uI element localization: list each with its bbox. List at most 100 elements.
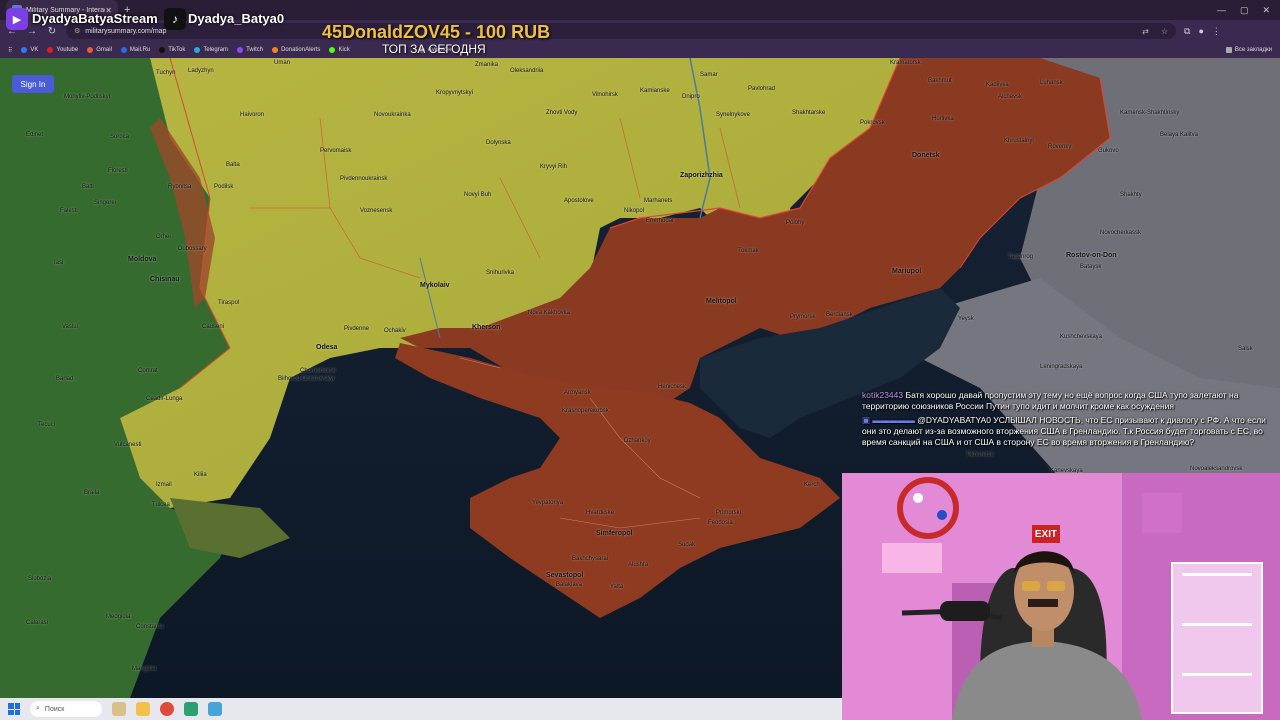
all-bookmarks-button[interactable]: Все закладки [1225, 47, 1272, 53]
extensions-icon[interactable]: ⧉ [1184, 26, 1190, 37]
city-label: Pivdenne [344, 326, 370, 332]
city-label: Kiliia [194, 472, 207, 478]
city-label: Ladyzhyn [188, 68, 214, 74]
city-label: Armyansk [564, 390, 591, 396]
city-label: Falesti [60, 208, 78, 214]
bookmark-mailru[interactable]: Mail.Ru [120, 47, 151, 53]
city-label: Shakhtarske [792, 110, 826, 116]
bookmark-star-icon[interactable]: ☆ [1161, 27, 1168, 36]
bookmark-twitch[interactable]: Twitch [237, 47, 263, 53]
bookmark-label: Все закладки [1234, 47, 1272, 53]
tiktok-handle: Dyadya_Batya0 [188, 11, 285, 26]
city-label: Pokrovsk [860, 120, 885, 126]
city-label: Belaya Kalitva [1160, 132, 1199, 138]
bookmark-label: VK [30, 47, 39, 53]
city-label: Kamensk-Shakhtinsky [1120, 110, 1180, 116]
city-label: Yevpatoriya [532, 500, 564, 506]
bookmark-vk[interactable]: VK [21, 47, 38, 53]
bookmark-tiktok[interactable]: TikTok [159, 47, 185, 53]
screen: Military Summary - Interactive ✕ + — ▢ ✕… [0, 0, 1280, 720]
bookmark-telegram[interactable]: Telegram [194, 47, 228, 53]
taskbar-search[interactable]: ⌕ Поиск [30, 701, 102, 717]
maximize-icon[interactable]: ▢ [1240, 5, 1249, 16]
folder-icon [1225, 47, 1232, 53]
webcam-feed: EXIT [842, 473, 1280, 720]
gmail-icon [87, 47, 94, 53]
city-label: Dnipro [682, 94, 700, 100]
city-label: Kramatorsk [890, 60, 921, 66]
city-label: Barlad [56, 376, 74, 382]
bookmark-youtube[interactable]: Youtube [47, 47, 78, 53]
city-label: Vilnohirsk [592, 92, 618, 98]
close-window-icon[interactable]: ✕ [1262, 5, 1270, 16]
url-text: militarysummary.com/map [85, 27, 167, 35]
widget-icon[interactable] [112, 702, 126, 716]
bookmark-kick[interactable]: Kick [329, 47, 350, 53]
city-label: Melitopol [706, 298, 737, 305]
city-label: Pavlohrad [748, 86, 776, 92]
file-explorer-icon[interactable] [136, 702, 150, 716]
city-label: Mangalia [132, 666, 157, 672]
donationalerts-icon [272, 47, 279, 53]
bookmark-label: Mail.Ru [129, 47, 151, 53]
bookmark-label: Youtube [56, 47, 79, 53]
city-label: Donetsk [912, 152, 940, 159]
mailru-icon [120, 47, 127, 53]
chat-username-icon: ▣ ▬▬▬▬▬ [862, 415, 915, 425]
url-actions: ⇄ ☆ [1142, 27, 1168, 36]
city-label: Nova Kakhovka [528, 310, 571, 316]
city-label: Moldova [128, 256, 157, 263]
site-info-icon[interactable]: ⚙ [74, 27, 80, 35]
city-label: Haivoron [240, 112, 265, 118]
sign-in-button[interactable]: Sign In [12, 75, 54, 93]
chat-message: ▣ ▬▬▬▬▬ @DYADYABATYA0 УСЛЫШАЛ НОВОСТЬ, ч… [862, 415, 1274, 448]
city-label: Orhei [156, 234, 171, 240]
app-icon[interactable] [184, 702, 198, 716]
city-label: Kushchevskaya [1060, 334, 1103, 340]
city-label: Bakhchysarai [572, 556, 609, 562]
city-label: Prymorsk [790, 314, 816, 320]
profile-icon[interactable]: ● [1198, 26, 1203, 36]
translate-icon[interactable]: ⇄ [1142, 27, 1149, 36]
city-label: Vulcanesti [114, 442, 142, 448]
city-label: Causeni [202, 324, 225, 330]
city-label: Pervomaisk [320, 148, 352, 154]
city-label: Alchevsk [998, 94, 1023, 100]
city-label: Sevastopol [546, 572, 584, 579]
vk-icon [21, 47, 28, 53]
youtube-icon [47, 47, 54, 53]
city-label: Comrat [138, 368, 158, 374]
city-label: Khrustalnyi [1004, 138, 1034, 144]
city-label: Rybnitsa [168, 184, 192, 190]
chat-overlay: kotik23443 Батя хорошо давай пропустим э… [862, 390, 1274, 451]
app-icon[interactable] [208, 702, 222, 716]
city-label: Tikhoretsk [966, 452, 994, 458]
city-label: Voznesensk [360, 208, 393, 214]
chrome-icon[interactable] [160, 702, 174, 716]
minimize-icon[interactable]: — [1217, 5, 1226, 16]
city-label: Uman [274, 60, 291, 66]
tiktok-icon [159, 47, 166, 53]
reload-icon[interactable]: ↻ [46, 26, 58, 37]
city-label: Kherson [472, 324, 501, 331]
bookmark-label: Twitch [246, 47, 264, 53]
city-label: Balta [226, 162, 240, 168]
city-label: Rostov-on-Don [1066, 252, 1117, 259]
city-label: Rovenky [1048, 144, 1072, 150]
city-label: Floresti [108, 168, 128, 174]
bookmark-label: Telegram [203, 47, 229, 53]
bookmark-donationalerts[interactable]: DonationAlerts [272, 47, 320, 53]
city-label: Yeysk [958, 316, 974, 322]
city-label: Vaslui [62, 324, 78, 330]
windows-start-icon[interactable] [8, 703, 20, 715]
menu-icon[interactable]: ⋮ [1212, 26, 1221, 37]
top-today-label: ТОП ЗА СЕГОДНЯ [382, 42, 486, 56]
apps-icon[interactable]: ⠿ [8, 47, 12, 54]
forward-icon[interactable]: → [26, 26, 38, 37]
city-label: Chisinau [150, 276, 180, 283]
city-label: Chornomorsk [300, 368, 337, 374]
bookmark-gmail[interactable]: Gmail [87, 47, 112, 53]
city-label: Mariupol [892, 268, 922, 275]
city-label: Kadiivka [986, 82, 1009, 88]
city-label: Salsk [1238, 346, 1253, 352]
